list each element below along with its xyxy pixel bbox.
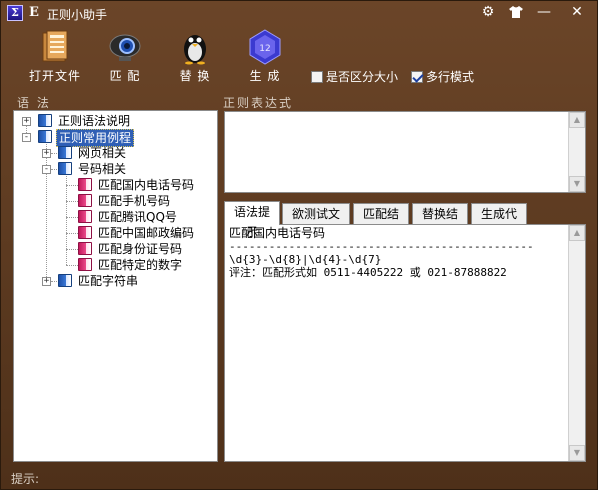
tab-replace-result[interactable]: 替换结果 bbox=[412, 203, 468, 241]
svg-text:12: 12 bbox=[259, 44, 270, 54]
minimize-button[interactable]: — bbox=[531, 2, 557, 22]
tree-node-web[interactable]: + 网页相关 bbox=[14, 145, 214, 161]
blue-book-icon bbox=[58, 162, 72, 175]
open-file-button[interactable]: 打开文件 bbox=[25, 29, 85, 85]
collapse-icon[interactable]: - bbox=[22, 133, 31, 142]
app-window: Σ E 正则小助手 ⚙ — ✕ 打开文件 匹 配 替 换 12 生 成 是否区分… bbox=[0, 0, 598, 490]
sigma-app-icon: Σ bbox=[7, 5, 23, 21]
tab-generate-code[interactable]: 生成代码 bbox=[471, 203, 527, 241]
tab-match-result[interactable]: 匹配结果 bbox=[353, 203, 409, 241]
regex-input[interactable]: ▲ ▼ bbox=[224, 111, 586, 193]
close-button[interactable]: ✕ bbox=[564, 2, 590, 22]
tree-node-phone[interactable]: 匹配国内电话号码 bbox=[14, 177, 214, 193]
blue-book-icon bbox=[38, 114, 52, 127]
skin-button[interactable] bbox=[503, 2, 529, 22]
tree-node-label: 网页相关 bbox=[78, 146, 127, 160]
tree-node-label: 匹配腾讯QQ号 bbox=[98, 210, 177, 224]
scroll-up-icon[interactable]: ▲ bbox=[569, 225, 585, 241]
tree-node-mobile[interactable]: 匹配手机号码 bbox=[14, 193, 214, 209]
expand-icon[interactable]: + bbox=[22, 117, 31, 126]
replace-button[interactable]: 替 换 bbox=[165, 29, 225, 85]
close-icon: ✕ bbox=[571, 4, 583, 20]
hint-title: 匹配国内电话号码 bbox=[229, 226, 326, 240]
hint-text: 匹配国内电话号码 --------------------------------… bbox=[229, 226, 565, 280]
scroll-down-icon[interactable]: ▼ bbox=[569, 445, 585, 461]
app-letter: E bbox=[29, 5, 39, 20]
pink-book-icon bbox=[78, 242, 92, 255]
case-sensitive-box[interactable] bbox=[311, 71, 323, 83]
hint-divider: ----------------------------------------… bbox=[229, 240, 534, 253]
scroll-up-icon[interactable]: ▲ bbox=[569, 112, 585, 128]
scroll-down-icon[interactable]: ▼ bbox=[569, 176, 585, 192]
tree-node-label: 匹配身份证号码 bbox=[98, 242, 183, 256]
blue-book-icon bbox=[38, 130, 52, 143]
blue-book-icon bbox=[58, 274, 72, 287]
regex-section-label: 正则表达式 bbox=[223, 96, 294, 110]
tree-node-syntax-guide[interactable]: + 正则语法说明 bbox=[14, 113, 214, 129]
shirt-icon bbox=[509, 6, 523, 18]
expand-icon[interactable]: + bbox=[42, 149, 51, 158]
hint-scrollbar[interactable]: ▲ ▼ bbox=[568, 225, 585, 461]
generate-label: 生 成 bbox=[249, 69, 281, 83]
regex-scrollbar[interactable]: ▲ ▼ bbox=[568, 112, 585, 192]
open-folder-icon bbox=[42, 30, 68, 62]
tab-test-text[interactable]: 欲测试文本 bbox=[282, 203, 350, 241]
tree-node-numbers[interactable]: - 号码相关 bbox=[14, 161, 214, 177]
hint-pattern: \d{3}-\d{8}|\d{4}-\d{7} bbox=[229, 253, 382, 266]
collapse-icon[interactable]: - bbox=[42, 165, 51, 174]
expand-icon[interactable]: + bbox=[42, 277, 51, 286]
tree-node-id-card[interactable]: 匹配身份证号码 bbox=[14, 241, 214, 257]
tree-node-qq[interactable]: 匹配腾讯QQ号 bbox=[14, 209, 214, 225]
pink-book-icon bbox=[78, 178, 92, 191]
case-sensitive-label: 是否区分大小 bbox=[326, 70, 399, 84]
tree-node-common-examples[interactable]: - 正则常用例程 bbox=[14, 129, 214, 147]
tree-node-label: 匹配字符串 bbox=[78, 274, 139, 288]
dice-icon: 12 bbox=[249, 29, 281, 65]
replace-label: 替 换 bbox=[179, 69, 211, 83]
webcam-icon bbox=[109, 34, 141, 61]
pink-book-icon bbox=[78, 210, 92, 223]
settings-button[interactable]: ⚙ bbox=[475, 2, 501, 22]
pink-book-icon bbox=[78, 258, 92, 271]
syntax-hint-panel[interactable]: 匹配国内电话号码 --------------------------------… bbox=[224, 224, 586, 462]
tree-node-string[interactable]: + 匹配字符串 bbox=[14, 273, 214, 289]
tree-node-specific-number[interactable]: 匹配特定的数字 bbox=[14, 257, 214, 273]
tab-syntax-hint[interactable]: 语法提示 bbox=[224, 201, 280, 239]
window-title: 正则小助手 bbox=[47, 8, 108, 22]
tree-node-label: 匹配特定的数字 bbox=[98, 258, 183, 272]
multiline-box[interactable] bbox=[411, 71, 423, 83]
tree-node-label: 匹配国内电话号码 bbox=[98, 178, 195, 192]
title-bar[interactable]: Σ E 正则小助手 ⚙ — ✕ bbox=[1, 1, 598, 25]
gear-icon: ⚙ bbox=[481, 4, 495, 20]
pink-book-icon bbox=[78, 226, 92, 239]
status-bar-label: 提示: bbox=[11, 472, 40, 486]
minimize-icon: — bbox=[537, 4, 551, 20]
hint-comment: 评注：匹配形式如 0511-4405222 或 021-87888822 bbox=[229, 266, 507, 279]
tree-node-postcode[interactable]: 匹配中国邮政编码 bbox=[14, 225, 214, 241]
syntax-section-label: 语 法 bbox=[17, 96, 51, 110]
tree-node-label: 号码相关 bbox=[78, 162, 127, 176]
match-button[interactable]: 匹 配 bbox=[95, 29, 155, 85]
tree-node-label: 匹配中国邮政编码 bbox=[98, 226, 195, 240]
match-label: 匹 配 bbox=[109, 69, 141, 83]
case-sensitive-checkbox[interactable]: 是否区分大小 bbox=[311, 68, 398, 84]
open-file-label: 打开文件 bbox=[28, 69, 81, 83]
tree-node-label: 正则语法说明 bbox=[58, 114, 131, 128]
multiline-label: 多行模式 bbox=[426, 70, 475, 84]
syntax-tree[interactable]: + 正则语法说明 - 正则常用例程 + 网页相关 - 号码相关 匹配国内电话号码… bbox=[13, 110, 218, 462]
tree-node-label: 匹配手机号码 bbox=[98, 194, 171, 208]
multiline-checkbox[interactable]: 多行模式 bbox=[411, 68, 474, 84]
blue-book-icon bbox=[58, 146, 72, 159]
penguin-icon bbox=[184, 35, 206, 65]
pink-book-icon bbox=[78, 194, 92, 207]
generate-button[interactable]: 12 生 成 bbox=[235, 29, 295, 85]
